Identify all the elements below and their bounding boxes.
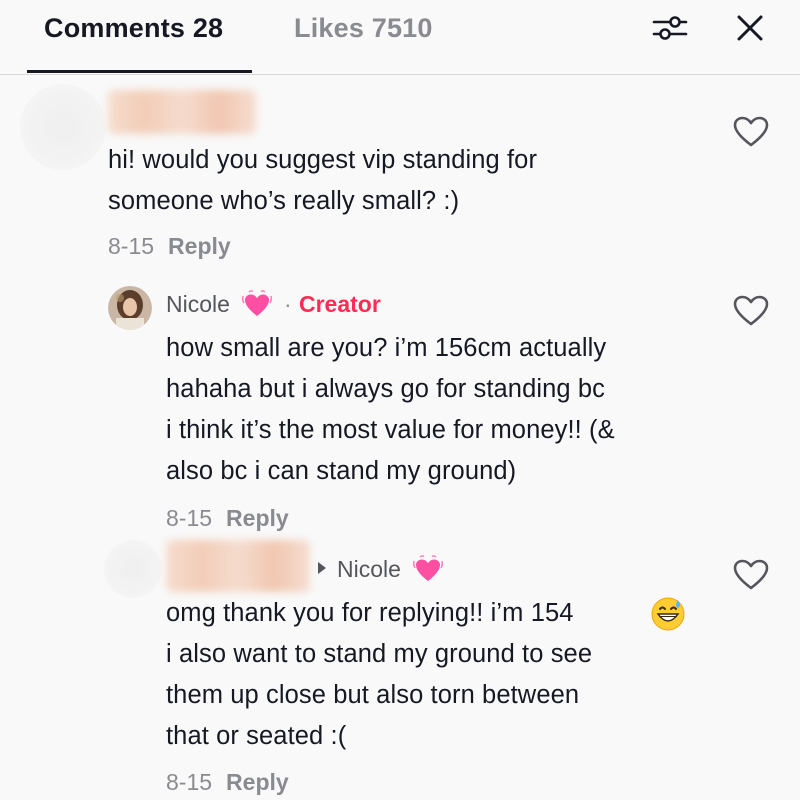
separator-dot: · xyxy=(284,291,292,317)
comment-meta: 8-15 Reply xyxy=(108,232,231,260)
comment-text: omg thank you for replying!! i’m 154 xyxy=(166,599,574,627)
tab-comments[interactable]: Comments 28 xyxy=(44,12,223,44)
comment-text: how small are you? i’m 156cm actually ha… xyxy=(166,334,615,485)
reply-button[interactable]: Reply xyxy=(226,505,289,531)
reply-to-arrow-icon xyxy=(318,562,326,574)
comment-text: hi! would you suggest vip standing for s… xyxy=(108,146,538,215)
author-name-redacted[interactable] xyxy=(166,540,310,592)
growing-heart-emoji-icon xyxy=(242,290,272,316)
reply-to-name[interactable]: Nicole xyxy=(337,555,401,583)
avatar[interactable] xyxy=(108,286,152,330)
comment-text-continued: i also want to stand my ground to see th… xyxy=(166,640,593,750)
comment-date: 8-15 xyxy=(166,769,213,795)
grinning-sweat-emoji-icon xyxy=(651,597,685,631)
growing-heart-emoji-icon xyxy=(413,555,443,581)
author-name-redacted[interactable] xyxy=(108,90,256,134)
avatar[interactable] xyxy=(20,84,106,170)
author-name[interactable]: Nicole xyxy=(166,290,230,318)
like-heart-icon[interactable] xyxy=(733,559,769,591)
close-icon[interactable] xyxy=(734,12,766,44)
reply-button[interactable]: Reply xyxy=(226,769,289,795)
like-heart-icon[interactable] xyxy=(733,116,769,148)
sliders-icon[interactable] xyxy=(652,12,688,44)
comments-panel: Comments 28 Likes 7510 hi! would you sug… xyxy=(0,0,800,800)
tab-likes[interactable]: Likes 7510 xyxy=(294,12,433,44)
comments-header: Comments 28 Likes 7510 xyxy=(0,0,800,75)
comment-meta: 8-15 Reply xyxy=(166,768,289,796)
comment-date: 8-15 xyxy=(108,233,155,259)
avatar[interactable] xyxy=(104,540,162,598)
reply-button[interactable]: Reply xyxy=(168,233,231,259)
like-heart-icon[interactable] xyxy=(733,295,769,327)
creator-badge: Creator xyxy=(299,291,381,317)
comment-date: 8-15 xyxy=(166,505,213,531)
active-tab-indicator xyxy=(27,70,252,73)
comment-meta: 8-15 Reply xyxy=(166,504,289,532)
